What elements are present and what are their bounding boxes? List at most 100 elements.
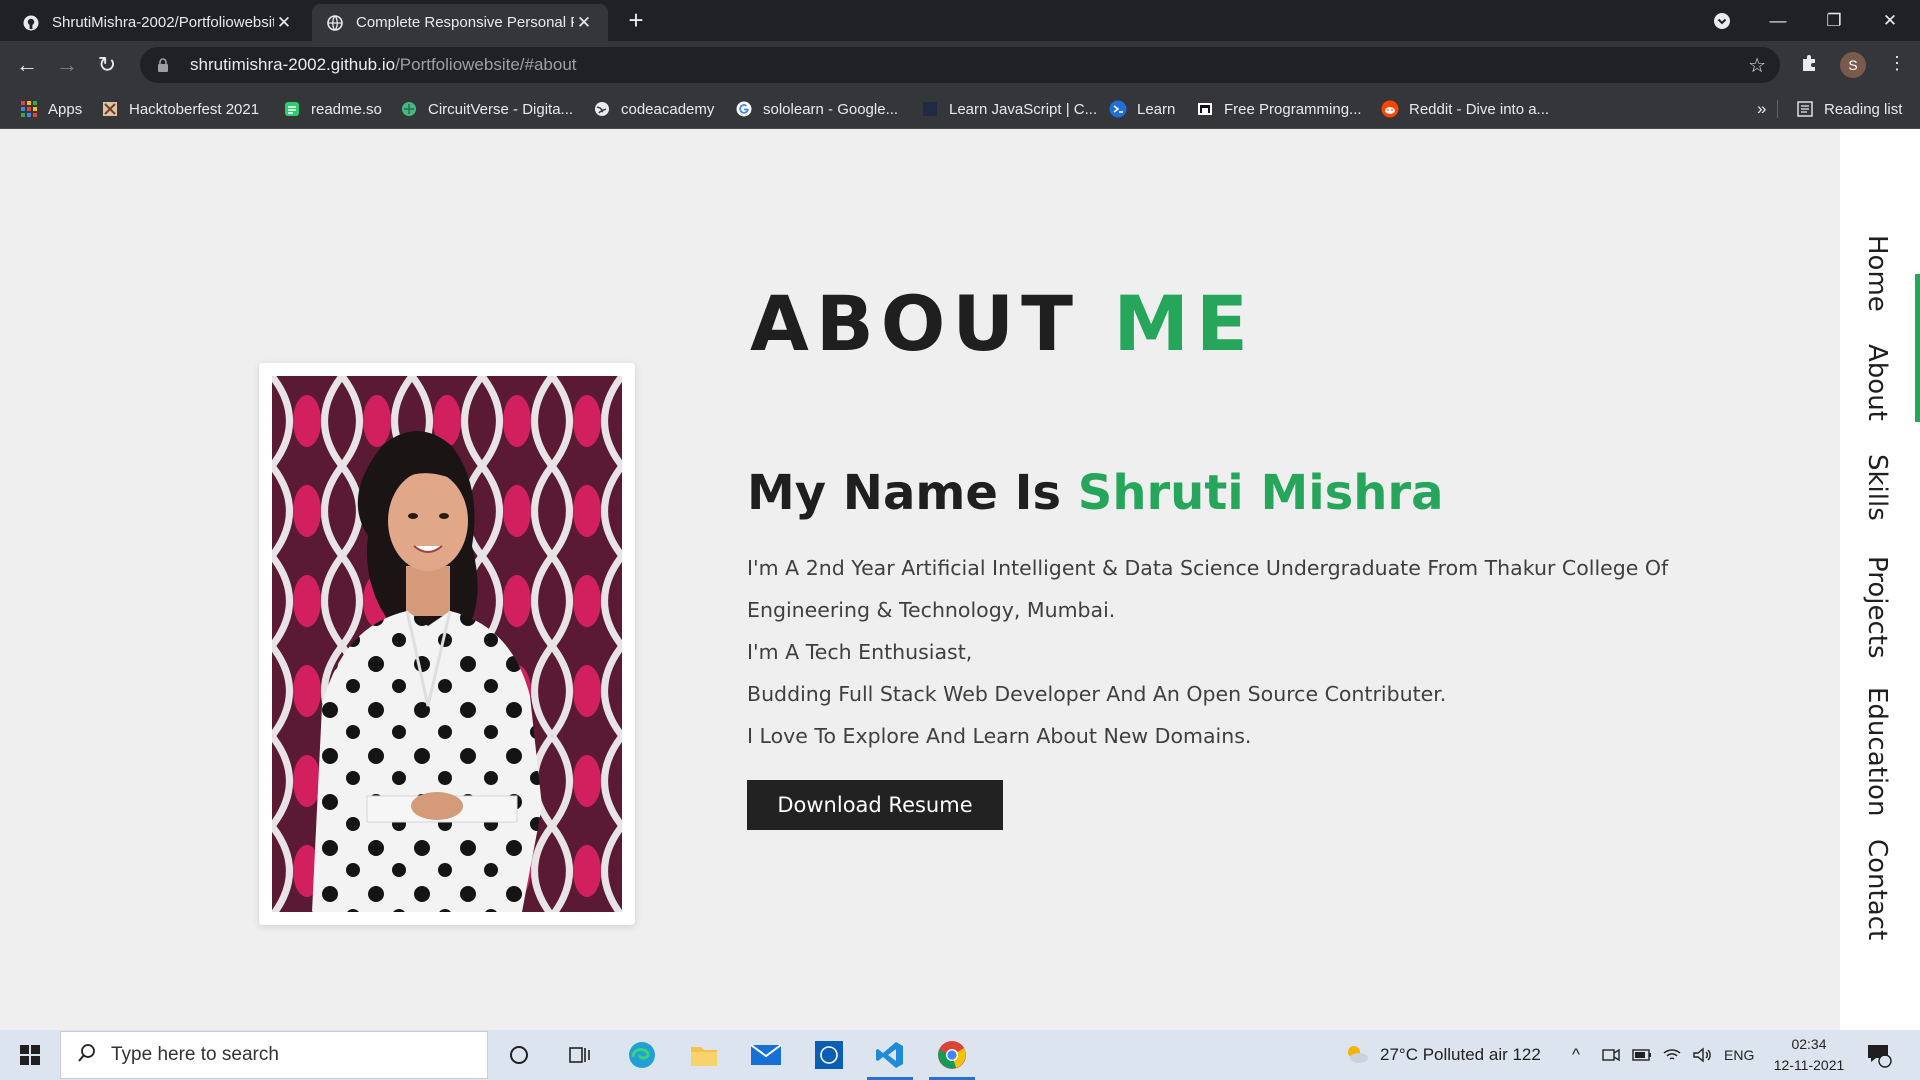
new-tab-button[interactable]: + bbox=[622, 6, 650, 34]
windows-taskbar: Type here to search 27°C Polluted air 12… bbox=[0, 1030, 1920, 1080]
url-path: /Portfoliowebsite/#about bbox=[395, 55, 577, 74]
codecademy-icon bbox=[921, 100, 939, 118]
nav-item-contact[interactable]: Contact bbox=[1862, 839, 1892, 940]
heading-accent: ME bbox=[1113, 279, 1255, 368]
about-section: ABOUT ME My Name Is Shruti Mishra I'm A … bbox=[0, 129, 1840, 1030]
weather-text: 27°C Polluted air 122 bbox=[1380, 1045, 1541, 1064]
profile-photo bbox=[272, 376, 622, 912]
bookmark-reddit[interactable]: Reddit - Dive into a... bbox=[1381, 89, 1549, 129]
nav-item-education[interactable]: Education bbox=[1862, 687, 1892, 816]
bookmark-star-icon[interactable]: ☆ bbox=[1748, 53, 1766, 78]
person-name: Shruti Mishra bbox=[1077, 465, 1444, 521]
maximize-button[interactable]: ❐ bbox=[1806, 0, 1862, 41]
weather-partly-sunny-icon bbox=[1342, 1042, 1370, 1069]
bookmark-label: codeacademy bbox=[621, 100, 715, 118]
browser-tab-strip: ShrutiMishra-2002/Portfoliowebsite ✕ Com… bbox=[0, 0, 1920, 41]
wifi-icon[interactable] bbox=[1662, 1030, 1682, 1080]
system-clock[interactable]: 02:34 12-11-2021 bbox=[1766, 1034, 1852, 1076]
github-icon bbox=[22, 14, 40, 32]
volume-icon[interactable] bbox=[1692, 1030, 1712, 1080]
mail-icon[interactable] bbox=[737, 1030, 795, 1080]
name-prefix: My Name Is bbox=[747, 465, 1062, 521]
address-bar[interactable]: shrutimishra-2002.github.io/Portfolioweb… bbox=[140, 47, 1780, 83]
bookmark-label: Reddit - Dive into a... bbox=[1409, 100, 1550, 118]
task-view-icon[interactable] bbox=[551, 1030, 609, 1080]
bio-line: I'm A 2nd Year Artificial Intelligent & … bbox=[747, 556, 1669, 580]
close-window-button[interactable]: ✕ bbox=[1862, 0, 1918, 41]
cortana-icon[interactable] bbox=[490, 1030, 548, 1080]
bookmark-label: readme.so bbox=[311, 100, 382, 118]
browser-toolbar: ← → ↻ shrutimishra-2002.github.io/Portfo… bbox=[0, 41, 1920, 89]
weather-widget[interactable]: 27°C Polluted air 122 bbox=[1342, 1030, 1541, 1080]
name-heading: My Name Is Shruti Mishra bbox=[747, 465, 1443, 521]
profile-photo-card bbox=[259, 363, 635, 925]
side-navigation: Home About Skills Projects Education Con… bbox=[1840, 129, 1920, 1030]
bookmark-label: sololearn - Google... bbox=[763, 100, 899, 118]
meet-now-icon[interactable] bbox=[1602, 1030, 1620, 1080]
learn-icon bbox=[1109, 100, 1127, 118]
freecodecamp-icon bbox=[1196, 100, 1214, 118]
bookmark-codeacademy[interactable]: codeacademy bbox=[593, 89, 714, 129]
clock-time: 02:34 bbox=[1791, 1036, 1827, 1052]
back-arrow-icon[interactable]: ← bbox=[13, 51, 41, 79]
apps-grid-icon bbox=[20, 100, 38, 118]
bookmark-label: Free Programming... bbox=[1224, 100, 1362, 118]
tab-close-icon[interactable]: ✕ bbox=[574, 13, 594, 33]
bookmark-free-programming[interactable]: Free Programming... bbox=[1196, 89, 1362, 129]
reload-icon[interactable]: ↻ bbox=[93, 51, 121, 79]
circuitverse-icon bbox=[400, 100, 418, 118]
file-explorer-icon[interactable] bbox=[675, 1030, 733, 1080]
bookmark-readme[interactable]: readme.so bbox=[283, 89, 382, 129]
edge-browser-icon[interactable] bbox=[613, 1030, 671, 1080]
windows-start-icon[interactable] bbox=[0, 1030, 60, 1080]
reading-list-button[interactable]: Reading list bbox=[1796, 89, 1902, 129]
nav-item-skills[interactable]: Skills bbox=[1862, 454, 1892, 521]
tab-close-icon[interactable]: ✕ bbox=[274, 13, 294, 33]
tab-title: ShrutiMishra-2002/Portfoliowebsite bbox=[52, 14, 274, 31]
menu-kebab-icon[interactable]: ⋮ bbox=[1888, 53, 1906, 74]
battery-icon[interactable] bbox=[1632, 1030, 1652, 1080]
reading-list-label: Reading list bbox=[1824, 100, 1903, 118]
bookmark-circuitverse[interactable]: CircuitVerse - Digita... bbox=[400, 89, 573, 129]
notification-center-icon[interactable]: 1 bbox=[1866, 1030, 1892, 1080]
bookmark-hacktoberfest[interactable]: Hacktoberfest 2021 bbox=[101, 89, 259, 129]
show-hidden-icons-chevron-icon[interactable]: ^ bbox=[1572, 1030, 1580, 1080]
bookmarks-bar: Apps Hacktoberfest 2021 readme.so Circui… bbox=[0, 89, 1920, 129]
section-heading: ABOUT ME bbox=[750, 279, 1255, 368]
search-placeholder: Type here to search bbox=[111, 1044, 279, 1065]
bookmark-label: Learn JavaScript | C... bbox=[949, 100, 1098, 118]
nav-item-about[interactable]: About bbox=[1862, 344, 1892, 421]
bookmark-label: Learn bbox=[1137, 100, 1176, 118]
bookmark-apps[interactable]: Apps bbox=[20, 89, 82, 129]
taskbar-search-box[interactable]: Type here to search bbox=[60, 1031, 488, 1079]
google-icon bbox=[735, 100, 753, 118]
url-host: shrutimishra-2002.github.io bbox=[190, 55, 396, 74]
bookmarks-divider bbox=[1777, 100, 1778, 118]
bookmarks-overflow-button[interactable]: » bbox=[1757, 89, 1766, 129]
lock-icon[interactable] bbox=[154, 56, 172, 74]
chrome-icon[interactable] bbox=[923, 1030, 981, 1080]
minimize-button[interactable]: — bbox=[1750, 0, 1806, 41]
tab-github[interactable]: ShrutiMishra-2002/Portfoliowebsite ✕ bbox=[8, 4, 308, 41]
extensions-puzzle-icon[interactable] bbox=[1800, 53, 1820, 78]
profile-avatar[interactable]: S bbox=[1840, 52, 1866, 78]
bookmark-label: Hacktoberfest 2021 bbox=[129, 100, 260, 118]
tab-search-icon[interactable] bbox=[1694, 0, 1750, 41]
bookmark-sololearn[interactable]: sololearn - Google... bbox=[735, 89, 898, 129]
reddit-icon bbox=[1381, 100, 1399, 118]
readme-icon bbox=[283, 100, 301, 118]
input-language[interactable]: ENG bbox=[1724, 1030, 1754, 1080]
bio-text: I'm A 2nd Year Artificial Intelligent & … bbox=[747, 547, 1747, 757]
download-resume-button[interactable]: Download Resume bbox=[747, 780, 1003, 830]
bookmark-learn-javascript[interactable]: Learn JavaScript | C... bbox=[921, 89, 1097, 129]
bookmark-learn[interactable]: Learn bbox=[1109, 89, 1175, 129]
forward-arrow-icon[interactable]: → bbox=[53, 51, 81, 79]
tab-portfolio[interactable]: Complete Responsive Personal Portfolio W… bbox=[312, 4, 608, 41]
globe-icon bbox=[593, 100, 611, 118]
nav-item-home[interactable]: Home bbox=[1862, 235, 1892, 312]
vscode-icon[interactable] bbox=[861, 1030, 919, 1080]
bio-line: I'm A Tech Enthusiast, bbox=[747, 640, 973, 664]
dell-app-icon[interactable] bbox=[800, 1030, 858, 1080]
nav-item-projects[interactable]: Projects bbox=[1862, 556, 1892, 659]
heading-main: ABOUT bbox=[750, 279, 1080, 368]
